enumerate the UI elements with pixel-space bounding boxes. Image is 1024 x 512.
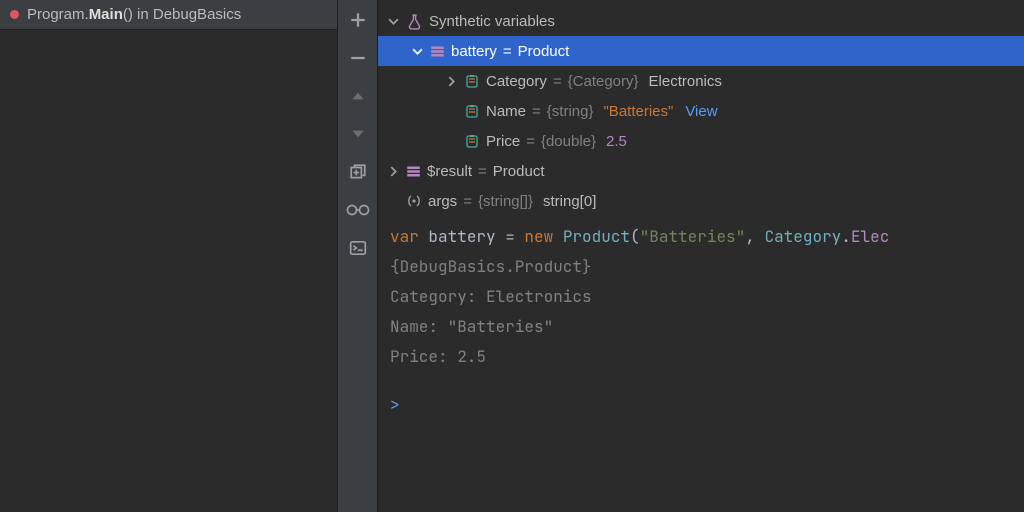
output-line: {DebugBasics.Product} <box>390 252 1024 282</box>
var-name: Price <box>486 133 520 150</box>
var-value: Product <box>493 163 545 180</box>
var-value: Electronics <box>649 73 722 90</box>
console-button[interactable] <box>344 234 372 262</box>
remove-button[interactable] <box>344 44 372 72</box>
price-node[interactable]: . Price = {double} 2.5 <box>378 126 1024 156</box>
property-icon <box>464 133 480 149</box>
chevron-right-icon[interactable] <box>444 76 458 87</box>
duplicate-button[interactable] <box>344 158 372 186</box>
watches-button[interactable] <box>344 196 372 224</box>
breakpoint-dot-icon <box>10 10 19 19</box>
result-node[interactable]: $result = Product <box>378 156 1024 186</box>
var-name: Name <box>486 103 526 120</box>
console-prompt[interactable]: > <box>390 390 1024 420</box>
code-line: var battery = new Product("Batteries", C… <box>390 222 1024 252</box>
args-node[interactable]: . args = {string[]} string[0] <box>378 186 1024 216</box>
add-button[interactable] <box>344 6 372 34</box>
duplicate-icon <box>349 163 367 181</box>
evaluate-console[interactable]: var battery = new Product("Batteries", C… <box>378 216 1024 420</box>
frame-tab[interactable]: Program.Main() in DebugBasics <box>0 0 337 30</box>
chevron-down-icon[interactable] <box>386 16 400 27</box>
struct-icon <box>430 44 445 59</box>
var-name: battery <box>451 43 497 60</box>
output-line: Price: 2.5 <box>390 342 1024 372</box>
var-name: $result <box>427 163 472 180</box>
move-down-button[interactable] <box>344 120 372 148</box>
toolbar-gutter <box>338 0 378 512</box>
minus-icon <box>349 49 367 67</box>
property-icon <box>464 73 480 89</box>
property-icon <box>464 103 480 119</box>
view-link[interactable]: View <box>685 103 717 120</box>
var-name: Category <box>486 73 547 90</box>
output-line: Name: "Batteries" <box>390 312 1024 342</box>
var-value: "Batteries" <box>603 103 673 120</box>
struct-icon <box>406 164 421 179</box>
synthetic-variables-node[interactable]: Synthetic variables <box>378 6 1024 36</box>
chevron-down-icon[interactable] <box>410 46 424 57</box>
var-value: Product <box>518 43 570 60</box>
move-up-button[interactable] <box>344 82 372 110</box>
plus-icon <box>349 11 367 29</box>
glasses-icon <box>346 203 370 217</box>
var-value: 2.5 <box>606 133 627 150</box>
battery-node[interactable]: battery = Product <box>378 36 1024 66</box>
var-value: string[0] <box>543 193 596 210</box>
variables-tree: Synthetic variables battery = Product Ca… <box>378 0 1024 216</box>
output-line: Category: Electronics <box>390 282 1024 312</box>
triangle-up-icon <box>349 87 367 105</box>
var-name: args <box>428 193 457 210</box>
console-icon <box>349 239 367 257</box>
category-node[interactable]: Category = {Category} Electronics <box>378 66 1024 96</box>
triangle-down-icon <box>349 125 367 143</box>
param-icon <box>406 193 422 209</box>
name-node[interactable]: . Name = {string} "Batteries" View <box>378 96 1024 126</box>
flask-icon <box>406 13 423 30</box>
frame-tab-label: Program.Main() in DebugBasics <box>27 6 241 23</box>
node-label: Synthetic variables <box>429 13 555 30</box>
chevron-right-icon[interactable] <box>386 166 400 177</box>
